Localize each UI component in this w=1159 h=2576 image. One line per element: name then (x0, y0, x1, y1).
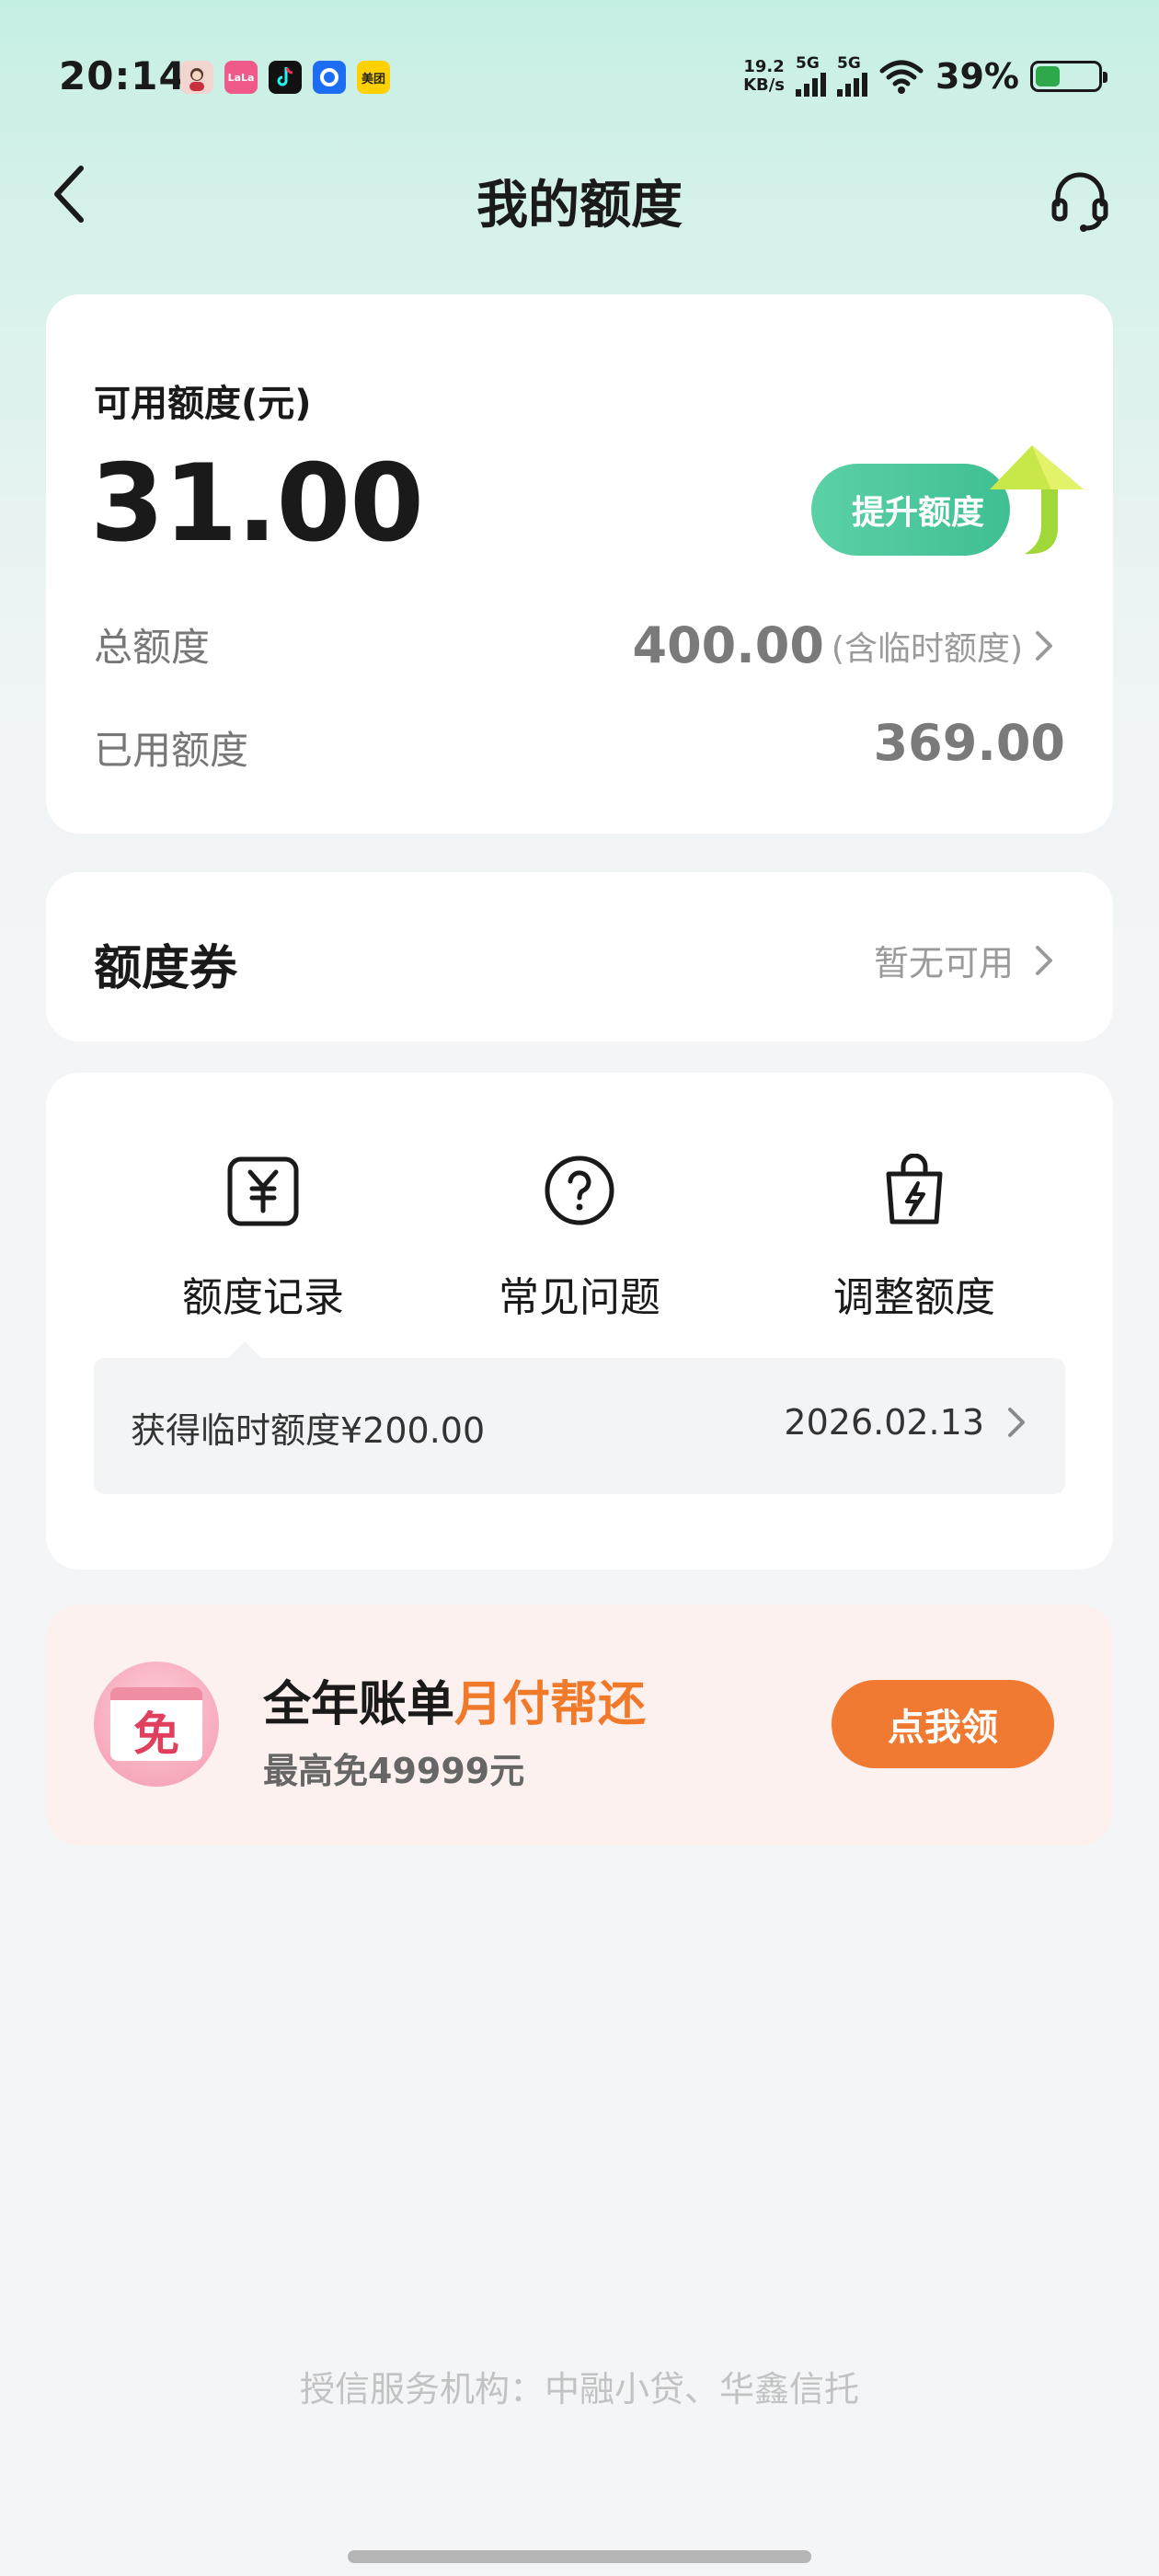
total-limit-label: 总额度 (94, 625, 211, 670)
battery-percent: 39% (935, 56, 1019, 97)
promo-title-highlight: 月付帮还 (454, 1677, 647, 1732)
lightning-bag-icon (876, 1152, 953, 1229)
record-caret (228, 1341, 261, 1358)
limit-coupon-title: 额度券 (94, 941, 238, 996)
limit-records-button[interactable]: 额度记录 (143, 1152, 383, 1323)
lala-app-icon: LaLa (224, 61, 258, 94)
meituan-app-icon: 美团 (357, 61, 390, 94)
chevron-right-icon (1036, 945, 1052, 975)
limit-coupon-status-row: 暂无可用 (874, 935, 1056, 985)
battery-icon (1030, 61, 1107, 92)
claim-button[interactable]: 点我领 (832, 1680, 1054, 1768)
avatar-app-icon (180, 61, 213, 94)
status-bar: 20:14 LaLa 美团 19.2 KB/s 5G 5G 39% (0, 0, 1159, 156)
adjust-limit-label: 调整额度 (833, 1274, 995, 1321)
faq-label: 常见问题 (499, 1274, 660, 1321)
available-limit-label: 可用额度(元) (94, 383, 312, 425)
question-circle-icon (541, 1152, 618, 1229)
total-limit-note: (含临时额度) (831, 629, 1023, 668)
total-limit-row[interactable]: 400.00 (含临时额度) (633, 616, 1058, 674)
customer-service-button[interactable] (1043, 164, 1117, 237)
status-time: 20:14 (59, 53, 187, 98)
chevron-right-icon (1008, 1408, 1025, 1437)
used-limit-value: 369.00 (873, 714, 1065, 772)
home-indicator[interactable] (348, 2550, 811, 2563)
tiktok-app-icon (269, 61, 302, 94)
actions-card: 额度记录 常见问题 调整额度 获得临时额度¥200.00 2026.02.13 (46, 1073, 1113, 1570)
credit-institution-footer: 授信服务机构：中融小贷、华鑫信托 (299, 2369, 859, 2409)
raise-limit-label: 提升额度 (852, 494, 985, 532)
yuan-doc-icon (224, 1152, 302, 1229)
free-badge-text: 免 (110, 1687, 202, 1761)
latest-record-row[interactable]: 获得临时额度¥200.00 2026.02.13 (94, 1358, 1065, 1494)
limit-card: 可用额度(元) 31.00 提升额度 总额度 400.00 (含临时额度) 已用… (46, 294, 1113, 834)
record-date-row: 2026.02.13 (784, 1402, 1028, 1443)
blue-app-icon (313, 61, 346, 94)
limit-records-label: 额度记录 (182, 1274, 344, 1321)
record-date: 2026.02.13 (784, 1402, 984, 1443)
promo-subtitle: 最高免49999元 (263, 1751, 525, 1791)
limit-coupon-status: 暂无可用 (873, 943, 1014, 983)
available-limit-value: 31.00 (90, 442, 424, 566)
promo-title-main: 全年账单 (263, 1677, 455, 1732)
signal-2-icon: 5G (837, 56, 868, 97)
record-text: 获得临时额度¥200.00 (131, 1410, 486, 1451)
faq-button[interactable]: 常见问题 (460, 1152, 699, 1323)
adjust-limit-button[interactable]: 调整额度 (795, 1152, 1034, 1323)
headset-icon (1051, 172, 1108, 232)
status-right: 19.2 KB/s 5G 5G 39% (743, 53, 1107, 99)
promo-banner[interactable]: 免 全年账单月付帮还 最高免49999元 点我领 (46, 1604, 1113, 1846)
free-badge-icon: 免 (94, 1662, 219, 1787)
chevron-right-icon (1036, 630, 1052, 661)
claim-button-label: 点我领 (888, 1707, 998, 1749)
total-limit-value: 400.00 (632, 616, 824, 674)
used-limit-label: 已用额度 (94, 728, 249, 773)
limit-coupon-card[interactable]: 额度券 暂无可用 (46, 872, 1113, 1041)
network-speed: 19.2 KB/s (743, 57, 786, 95)
notification-icons: LaLa 美团 (180, 61, 390, 94)
page-title: 我的额度 (476, 176, 683, 236)
promo-title: 全年账单月付帮还 (263, 1665, 646, 1734)
signal-1-icon: 5G (796, 56, 827, 97)
wifi-icon (879, 60, 924, 94)
up-arrow-icon (990, 445, 1084, 555)
